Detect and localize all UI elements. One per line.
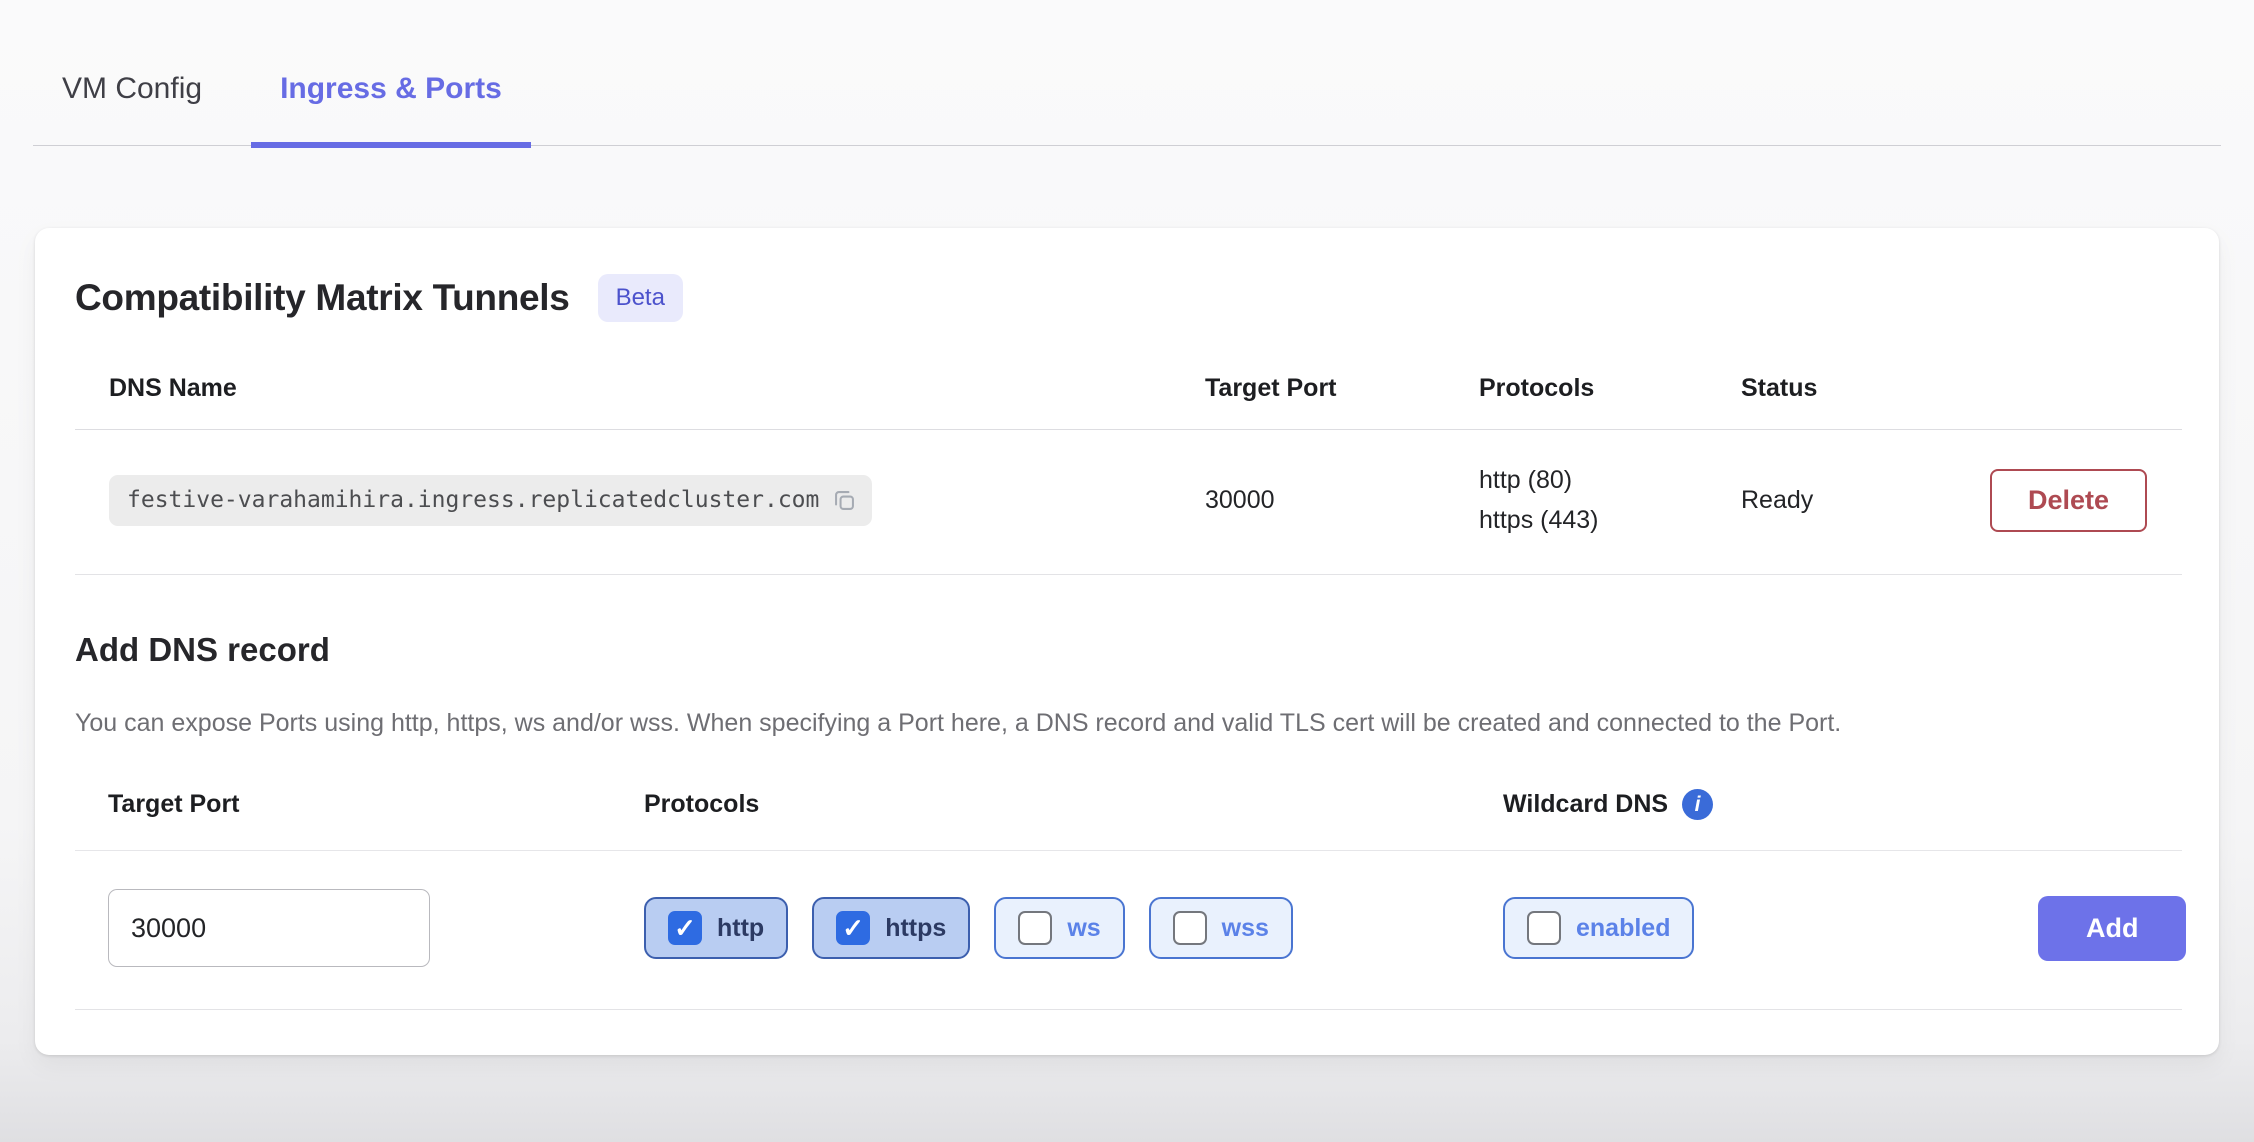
add-button[interactable]: Add (2038, 896, 2186, 961)
protocol-checkbox-https[interactable]: https (812, 897, 970, 959)
card-title: Compatibility Matrix Tunnels (75, 277, 570, 319)
wildcard-enabled-checkbox[interactable]: enabled (1503, 897, 1694, 959)
tab-bar: VM Config Ingress & Ports (33, 0, 2221, 146)
target-port-cell: 30000 (1205, 486, 1479, 515)
wildcard-dns-label: Wildcard DNS i (1470, 789, 2005, 820)
protocol-option-label: wss (1222, 914, 1269, 943)
target-port-label: Target Port (75, 790, 611, 819)
protocol-checkbox-wss[interactable]: wss (1149, 897, 1293, 959)
dns-name-pill: festive-varahamihira.ingress.replicatedc… (109, 475, 872, 526)
beta-badge: Beta (598, 274, 683, 322)
protocol-checkbox-ws[interactable]: ws (994, 897, 1124, 959)
protocol-checkbox-http[interactable]: http (644, 897, 788, 959)
wildcard-dns-label-text: Wildcard DNS (1503, 790, 1668, 819)
protocols-label: Protocols (611, 790, 1470, 819)
protocol-option-label: https (885, 914, 946, 943)
add-dns-form-row: http https ws wss enabled Add (75, 851, 2182, 1010)
tunnels-table-header: DNS Name Target Port Protocols Status (75, 344, 2182, 430)
protocol-http-value: http (80) (1479, 460, 1741, 500)
dns-name-cell: festive-varahamihira.ingress.replicatedc… (75, 475, 1205, 526)
protocol-option-label: ws (1067, 914, 1100, 943)
add-dns-form-labels: Target Port Protocols Wildcard DNS i (75, 743, 2182, 851)
tunnels-card: Compatibility Matrix Tunnels Beta DNS Na… (35, 228, 2219, 1055)
delete-button[interactable]: Delete (1990, 469, 2147, 532)
dns-name-value: festive-varahamihira.ingress.replicatedc… (127, 487, 819, 513)
column-header-target-port: Target Port (1205, 374, 1479, 403)
add-dns-description: You can expose Ports using http, https, … (75, 703, 2165, 743)
card-title-row: Compatibility Matrix Tunnels Beta (75, 274, 2182, 322)
tab-ingress-ports[interactable]: Ingress & Ports (251, 58, 531, 148)
checkbox-icon (668, 911, 702, 945)
actions-cell: Delete (1990, 469, 2182, 532)
info-icon[interactable]: i (1682, 789, 1713, 820)
column-header-dns-name: DNS Name (75, 374, 1205, 403)
checkbox-icon (1018, 911, 1052, 945)
protocol-option-label: http (717, 914, 764, 943)
table-row: festive-varahamihira.ingress.replicatedc… (75, 430, 2182, 575)
copy-icon[interactable] (831, 487, 858, 514)
wildcard-option-label: enabled (1576, 914, 1670, 943)
protocol-https-value: https (443) (1479, 500, 1741, 540)
protocol-options: http https ws wss (611, 897, 1470, 959)
checkbox-icon (1173, 911, 1207, 945)
target-port-input[interactable] (108, 889, 430, 967)
column-header-status: Status (1741, 374, 1990, 403)
checkbox-icon (1527, 911, 1561, 945)
checkbox-icon (836, 911, 870, 945)
tab-vm-config[interactable]: VM Config (33, 58, 231, 148)
column-header-protocols: Protocols (1479, 374, 1741, 403)
status-cell: Ready (1741, 486, 1990, 515)
add-dns-heading: Add DNS record (75, 631, 2182, 669)
protocols-cell: http (80) https (443) (1479, 460, 1741, 540)
